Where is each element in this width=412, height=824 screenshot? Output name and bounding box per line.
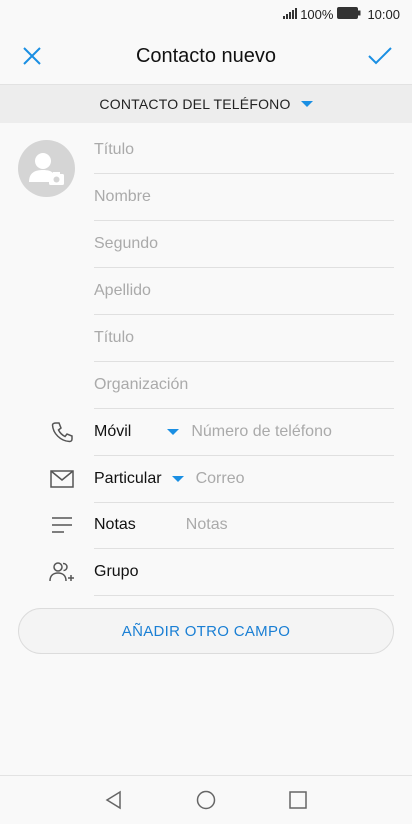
group-icon bbox=[48, 558, 76, 586]
email-placeholder[interactable]: Correo bbox=[196, 470, 245, 488]
clock: 10:00 bbox=[367, 6, 400, 22]
page-title: Contacto nuevo bbox=[135, 44, 277, 67]
add-photo-icon bbox=[29, 153, 64, 185]
home-icon[interactable] bbox=[160, 790, 252, 810]
email-type-label[interactable]: Particular bbox=[94, 470, 162, 488]
notes-field[interactable]: Notas Notas bbox=[94, 502, 394, 549]
last-name-field[interactable]: Apellido bbox=[94, 268, 394, 315]
organization-placeholder: Organización bbox=[94, 376, 189, 393]
group-label: Grupo bbox=[94, 563, 139, 580]
notes-label: Notas bbox=[94, 516, 136, 533]
add-field-button[interactable]: AÑADIR OTRO CAMPO bbox=[18, 608, 394, 654]
account-selector[interactable]: CONTACTO DEL TELÉFONO bbox=[0, 84, 412, 123]
notes-icon bbox=[48, 511, 76, 539]
title-suffix-field[interactable]: Título bbox=[94, 315, 394, 362]
back-icon[interactable] bbox=[68, 790, 160, 810]
app-header: Contacto nuevo bbox=[0, 28, 412, 84]
phone-type-label[interactable]: Móvil bbox=[94, 423, 131, 441]
email-type-dropdown-icon[interactable] bbox=[171, 476, 184, 482]
title-prefix-field[interactable]: Título bbox=[94, 127, 394, 174]
check-icon[interactable] bbox=[366, 42, 394, 70]
group-field[interactable]: Grupo bbox=[94, 549, 394, 596]
middle-name-field[interactable]: Segundo bbox=[94, 221, 394, 268]
title-suffix-placeholder: Título bbox=[94, 329, 135, 346]
status-bar: 100% 10:00 bbox=[0, 0, 412, 28]
title-prefix-placeholder: Título bbox=[94, 141, 135, 158]
organization-field[interactable]: Organización bbox=[94, 362, 394, 409]
last-name-placeholder: Apellido bbox=[94, 282, 151, 299]
email-field: Particular Correo bbox=[94, 456, 394, 503]
chevron-down-icon bbox=[300, 101, 313, 107]
recents-icon[interactable] bbox=[252, 791, 344, 809]
phone-icon bbox=[48, 418, 76, 446]
middle-name-placeholder: Segundo bbox=[94, 235, 159, 252]
email-icon bbox=[48, 465, 76, 493]
notes-placeholder: Notas bbox=[185, 516, 228, 533]
contact-photo-button[interactable] bbox=[18, 140, 75, 197]
phone-field: Móvil Número de teléfono bbox=[94, 409, 394, 456]
close-icon[interactable] bbox=[18, 42, 46, 70]
first-name-field[interactable]: Nombre bbox=[94, 174, 394, 221]
battery-icon bbox=[337, 6, 361, 22]
battery-percent: 100% bbox=[300, 6, 334, 22]
phone-type-dropdown-icon[interactable] bbox=[167, 429, 180, 435]
system-nav-bar bbox=[0, 775, 412, 824]
account-label: CONTACTO DEL TELÉFONO bbox=[99, 96, 291, 112]
first-name-placeholder: Nombre bbox=[94, 188, 151, 205]
phone-number-placeholder[interactable]: Número de teléfono bbox=[191, 423, 332, 441]
signal-icon bbox=[283, 7, 298, 22]
